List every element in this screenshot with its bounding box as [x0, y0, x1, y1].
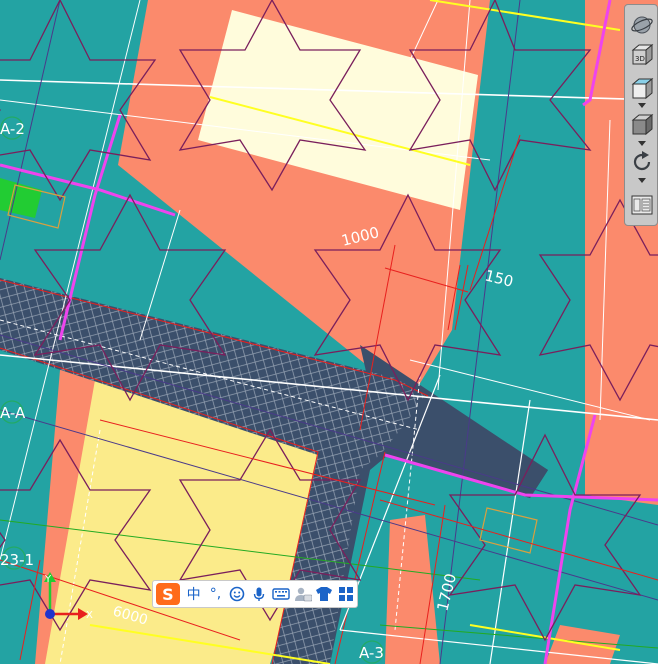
grid-apps-icon	[339, 587, 354, 601]
view-front-button[interactable]	[628, 75, 656, 103]
cube-front-icon	[631, 77, 654, 100]
microphone-icon	[253, 587, 265, 601]
svg-text:3D: 3D	[635, 55, 645, 63]
ime-toolbox-button[interactable]	[335, 583, 357, 605]
axis-bubble-23-1: 23-1	[0, 546, 34, 570]
ime-language-toggle[interactable]: 中	[183, 583, 205, 605]
ime-logo-icon[interactable]: S	[156, 583, 180, 605]
svg-text:A-2: A-2	[0, 120, 25, 138]
chevron-down-icon	[638, 103, 646, 108]
axis-bubble-a2: A-2	[0, 116, 25, 140]
cad-viewport[interactable]: A-2 A-A 23-1 A-3 1000 150 1700 6000 Y X	[0, 0, 658, 664]
view-layout-button[interactable]	[628, 191, 656, 219]
view-orbit-button[interactable]	[628, 11, 656, 39]
layout-panel-icon	[631, 195, 653, 215]
ime-skin-button[interactable]	[313, 583, 335, 605]
view-box-button[interactable]	[628, 111, 656, 139]
ime-voice-button[interactable]	[248, 583, 270, 605]
chevron-down-icon	[638, 141, 646, 146]
view-rotate-button[interactable]	[628, 148, 656, 176]
svg-text:A-A: A-A	[0, 404, 26, 422]
user-icon	[294, 587, 312, 602]
ucs-y-label: Y	[44, 574, 52, 585]
ime-user-button[interactable]	[292, 583, 314, 605]
view-3d-button[interactable]: 3D	[628, 41, 656, 69]
ime-keyboard-button[interactable]	[270, 583, 292, 605]
view-box-dropdown[interactable]	[637, 140, 647, 148]
view-rotate-dropdown[interactable]	[637, 177, 647, 185]
cube-icon	[631, 113, 654, 136]
ucs-x-label: X	[86, 610, 93, 621]
rotate-icon	[633, 151, 651, 171]
globe-orbit-icon	[631, 16, 653, 34]
ime-toolbar: S 中 °,	[152, 580, 358, 608]
chevron-down-icon	[638, 178, 646, 183]
shirt-icon	[316, 587, 333, 601]
svg-text:A-3: A-3	[359, 644, 384, 662]
svg-text:23-1: 23-1	[0, 551, 34, 569]
ime-emoji-button[interactable]	[226, 583, 248, 605]
axis-bubble-aa: A-A	[0, 400, 26, 424]
smiley-icon	[229, 586, 245, 602]
cube-3d-icon: 3D	[631, 43, 654, 66]
axis-bubble-a3: A-3	[359, 640, 384, 664]
view-front-dropdown[interactable]	[637, 102, 647, 110]
ime-punctuation-toggle[interactable]: °,	[205, 583, 227, 605]
keyboard-icon	[272, 588, 290, 600]
drawing-canvas[interactable]: A-2 A-A 23-1 A-3 1000 150 1700 6000 Y X	[0, 0, 658, 664]
view-toolbar: 3D	[624, 4, 658, 226]
